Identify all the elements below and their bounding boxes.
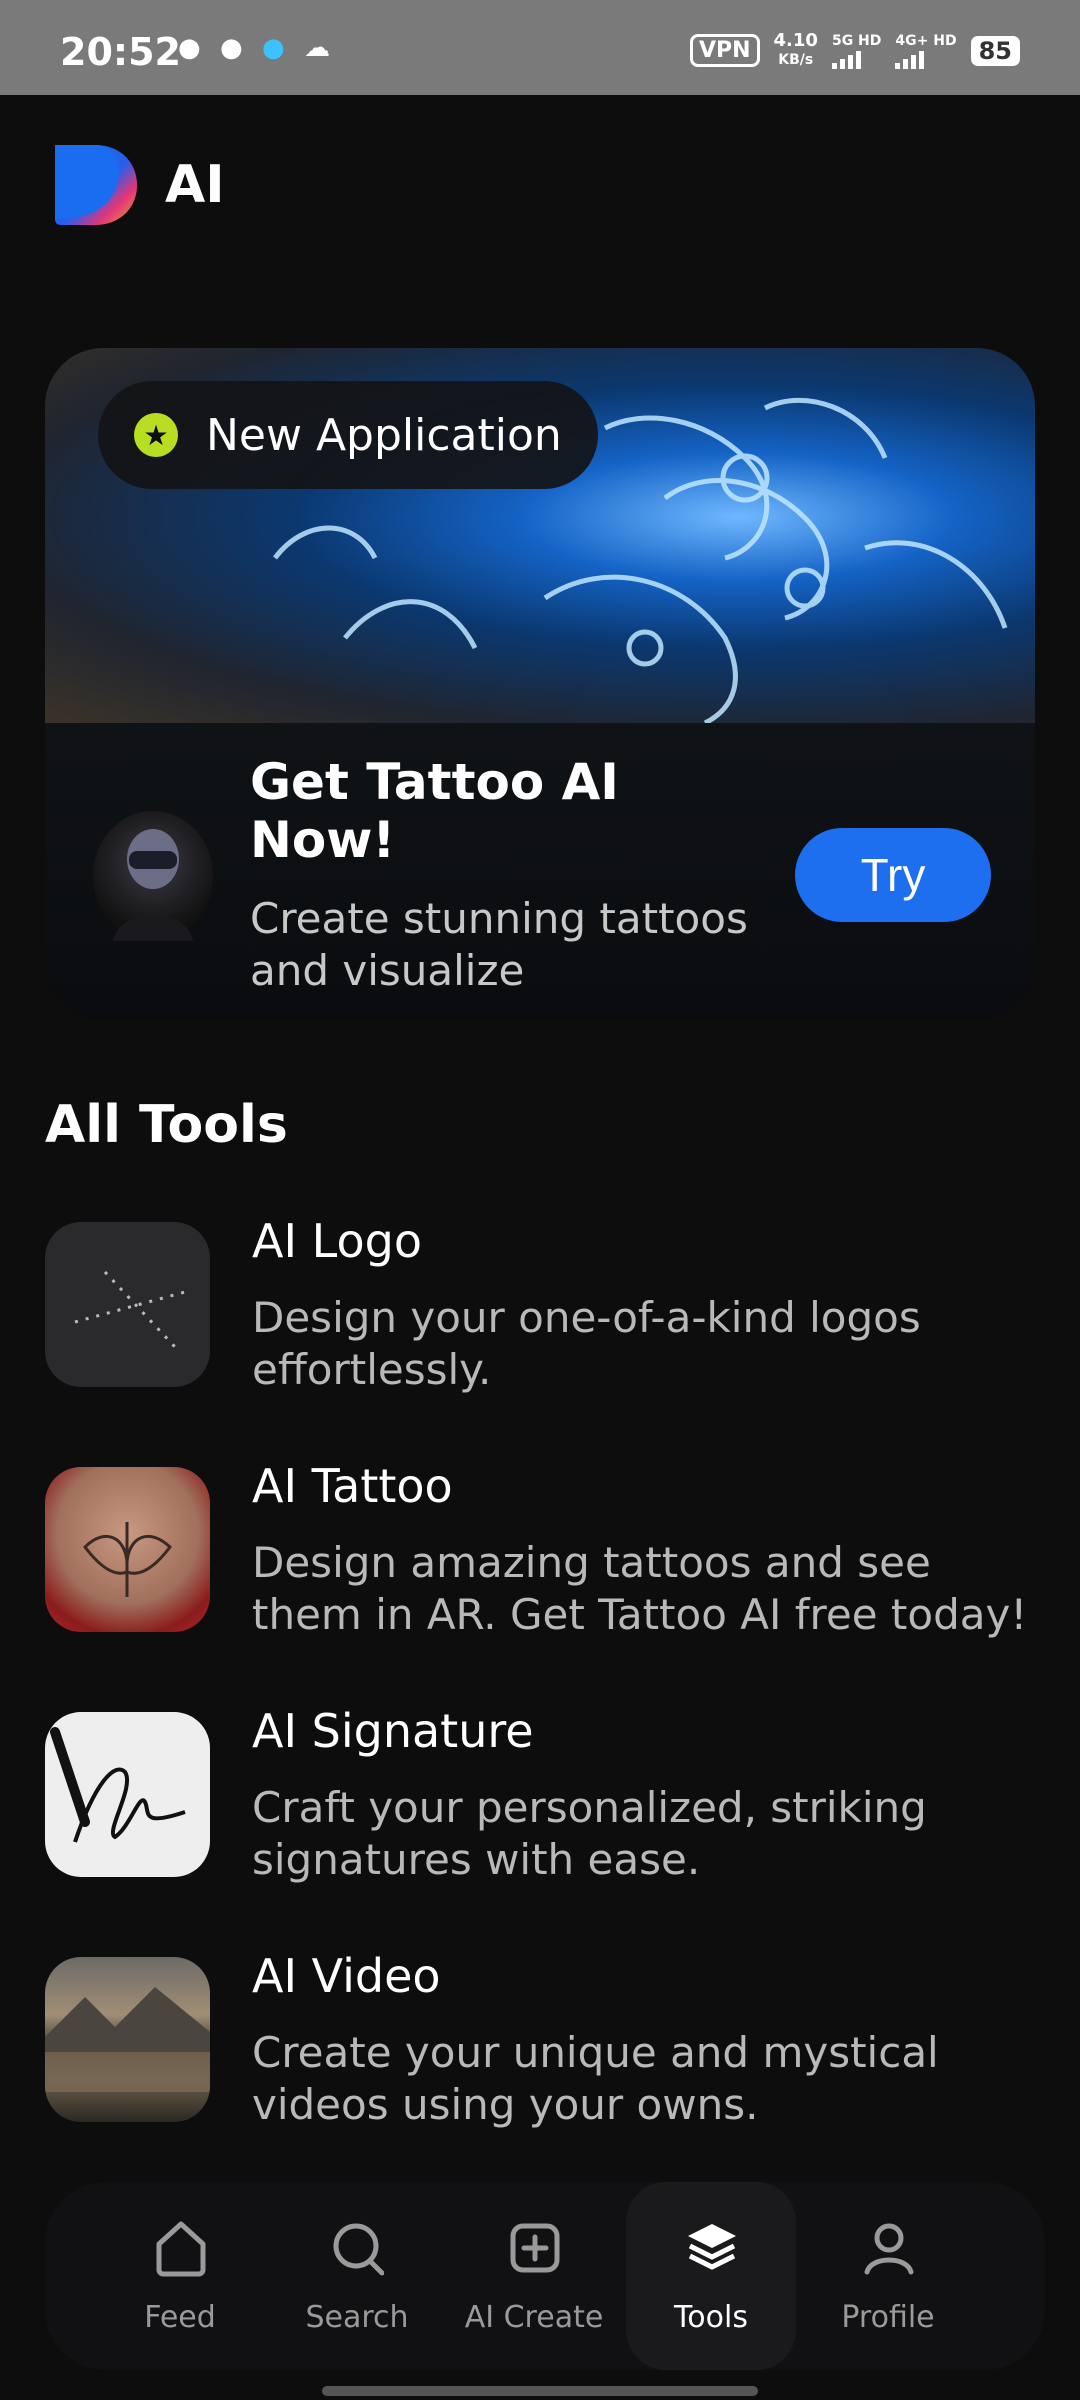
tool-description: Create your unique and mystical videos u… xyxy=(252,2028,939,2129)
nav-ai-create[interactable]: AI Create xyxy=(449,2182,619,2370)
tool-description: Design your one-of-a-kind logos effortle… xyxy=(252,1293,921,1394)
promo-banner[interactable]: ★ New Application Get Tattoo AI Now! Cre… xyxy=(45,348,1035,1020)
tool-name: AI Tattoo xyxy=(252,1459,453,1513)
ai-video-thumbnail xyxy=(45,1957,210,2122)
home-indicator[interactable] xyxy=(322,2386,758,2396)
message-icon: ● xyxy=(178,33,201,63)
banner-info: Get Tattoo AI Now! Create stunning tatto… xyxy=(45,723,1035,1020)
banner-subtitle: Create stunning tattoos and visualize xyxy=(250,894,748,995)
helmet-avatar-icon xyxy=(93,811,213,941)
star-icon: ★ xyxy=(134,413,178,457)
new-application-badge: ★ New Application xyxy=(98,381,598,489)
qq-icon: ● xyxy=(262,33,285,63)
signal-icon xyxy=(831,49,881,69)
signal-icon xyxy=(895,49,956,69)
tool-ai-video[interactable]: AI Video Create your unique and mystical… xyxy=(45,1949,1045,2157)
tool-name: AI Logo xyxy=(252,1214,422,1268)
tool-description: Craft your personalized, striking signat… xyxy=(252,1783,927,1884)
tool-name: AI Video xyxy=(252,1949,441,2003)
battery-indicator: 85 xyxy=(970,35,1020,66)
app-logo-icon xyxy=(55,145,137,225)
network-2: 4G+ HD xyxy=(895,33,957,69)
network-1: 5G HD xyxy=(831,33,881,69)
ai-logo-thumbnail xyxy=(45,1222,210,1387)
try-button[interactable]: Try xyxy=(795,828,991,922)
cloud-icon: ☁ xyxy=(304,33,330,63)
ai-signature-thumbnail xyxy=(45,1712,210,1877)
nav-feed[interactable]: Feed xyxy=(95,2182,265,2370)
status-right: VPN 4.10 KB/s 5G HD 4G+ HD 85 xyxy=(689,30,1020,69)
home-icon xyxy=(156,2221,206,2277)
wechat-icon: ● xyxy=(220,33,243,63)
tool-ai-tattoo[interactable]: AI Tattoo Design amazing tattoos and see… xyxy=(45,1459,1045,1667)
nav-tools[interactable]: Tools xyxy=(626,2182,796,2370)
layers-icon xyxy=(688,2224,736,2270)
person-icon xyxy=(864,2223,914,2275)
app-title: AI xyxy=(165,155,225,215)
network-speed: 4.10 KB/s xyxy=(773,30,818,69)
notification-icons: ● ● ● ☁ xyxy=(178,34,334,62)
ai-tattoo-thumbnail xyxy=(45,1467,210,1632)
plus-square-icon xyxy=(510,2223,560,2273)
search-icon xyxy=(333,2223,384,2276)
tool-ai-logo[interactable]: AI Logo Design your one-of-a-kind logos … xyxy=(45,1214,1045,1422)
bottom-nav: Feed Search AI Create Tools Profile xyxy=(45,2182,1045,2370)
tool-name: AI Signature xyxy=(252,1704,534,1758)
banner-heading: Get Tattoo AI Now! xyxy=(250,753,619,869)
section-title: All Tools xyxy=(45,1095,288,1155)
tool-description: Design amazing tattoos and see them in A… xyxy=(252,1538,1028,1639)
status-bar: 20:52 ● ● ● ☁ VPN 4.10 KB/s 5G HD 4G+ HD… xyxy=(0,0,1080,95)
vpn-badge: VPN xyxy=(689,34,760,67)
nav-search[interactable]: Search xyxy=(272,2182,442,2370)
status-time: 20:52 xyxy=(60,30,181,74)
tool-ai-signature[interactable]: AI Signature Craft your personalized, st… xyxy=(45,1704,1045,1912)
nav-profile[interactable]: Profile xyxy=(803,2182,973,2370)
